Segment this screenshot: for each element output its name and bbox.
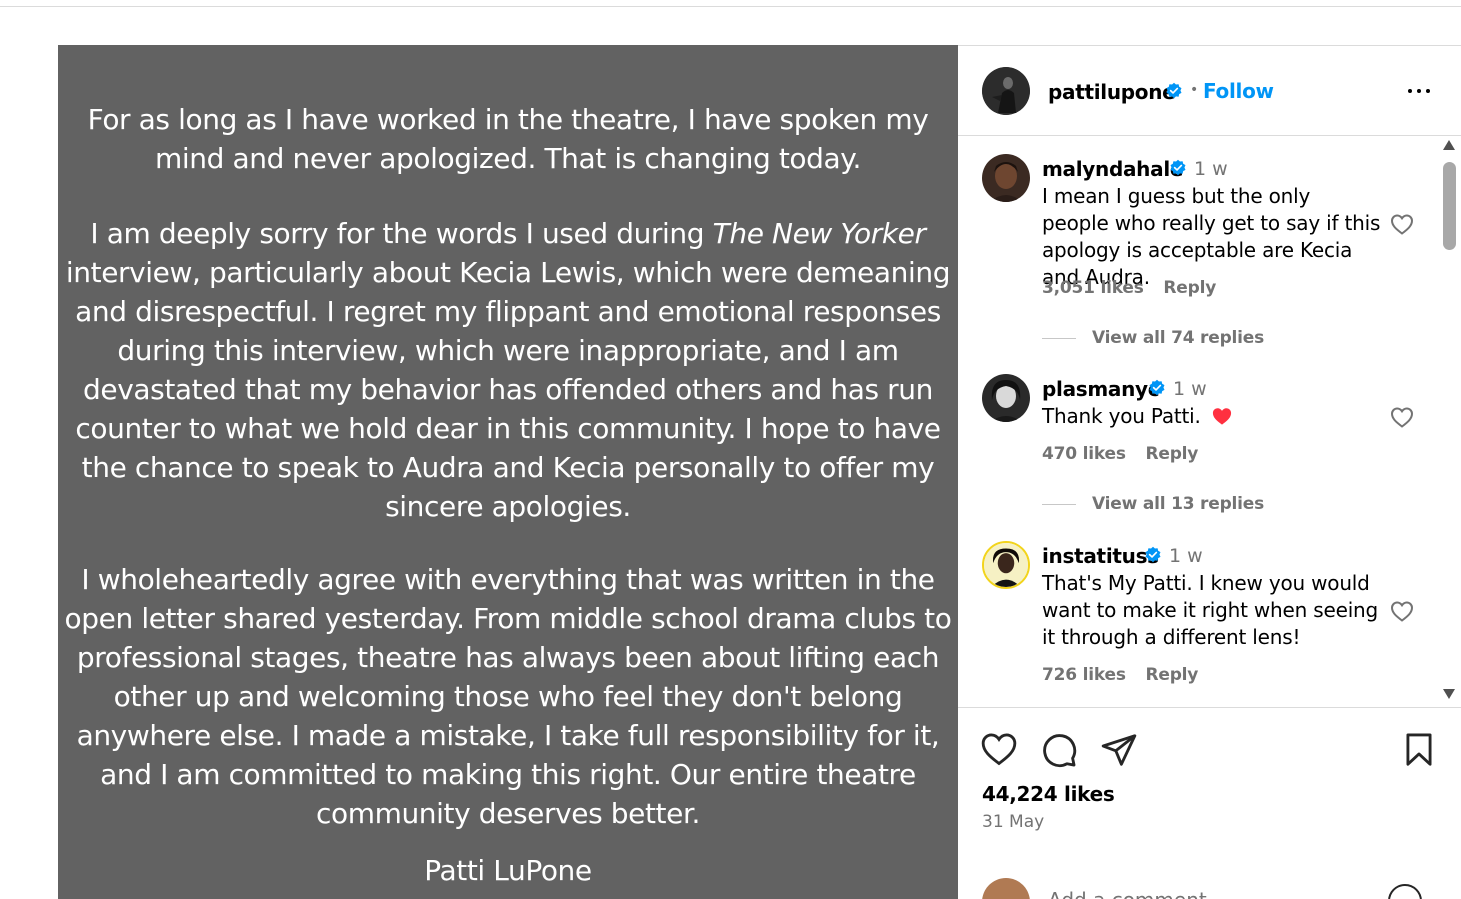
comment-username[interactable]: malyndahale <box>1042 157 1183 181</box>
author-avatar[interactable] <box>982 67 1030 115</box>
reply-button[interactable]: Reply <box>1145 444 1198 464</box>
view-replies-button[interactable]: View all 74 replies <box>1042 328 1264 348</box>
comment-time[interactable]: 1 w <box>1169 545 1203 567</box>
heart-outline-icon[interactable] <box>1390 213 1414 235</box>
verified-badge-icon <box>1148 379 1166 401</box>
browser-top-divider <box>0 6 1461 7</box>
comment-meta: 726 likes Reply <box>1042 665 1212 685</box>
share-icon[interactable] <box>1100 731 1138 769</box>
heart-outline-icon[interactable] <box>1390 600 1414 622</box>
comments-scrollbar[interactable] <box>1442 136 1457 706</box>
bookmark-icon[interactable] <box>1400 731 1438 769</box>
view-replies-button[interactable]: View all 13 replies <box>1042 494 1264 514</box>
post-likes-count[interactable]: 44,224 likes <box>982 782 1115 806</box>
comment-time[interactable]: 1 w <box>1173 378 1207 400</box>
replies-divider <box>1042 503 1076 505</box>
verified-badge-icon <box>1144 546 1162 568</box>
post-actions: 44,224 likes 31 May <box>958 707 1461 899</box>
current-user-avatar <box>982 878 1030 899</box>
commenter-avatar[interactable] <box>982 154 1030 202</box>
comment-meta: 470 likes Reply <box>1042 444 1212 464</box>
comment-likes[interactable]: 3,051 likes <box>1042 278 1144 298</box>
comments-list[interactable]: malyndahale 1 w I mean I guess but the o… <box>958 137 1461 707</box>
comment-username[interactable]: plasmanyc <box>1042 377 1160 401</box>
heart-outline-icon[interactable] <box>980 731 1018 769</box>
heart-outline-icon[interactable] <box>1390 406 1414 428</box>
comment-text: I mean I guess but the only people who r… <box>1042 184 1381 289</box>
post-image: For as long as I have worked in the thea… <box>58 45 958 899</box>
post-side-panel: pattilupone • Follow malyndahale 1 w I m… <box>958 45 1461 899</box>
comment-likes[interactable]: 470 likes <box>1042 444 1126 464</box>
post-paragraph-3: I wholeheartedly agree with everything t… <box>64 563 952 830</box>
reply-button[interactable]: Reply <box>1145 665 1198 685</box>
post-signature: Patti LuPone <box>424 854 592 887</box>
follow-button[interactable]: Follow <box>1203 79 1274 103</box>
emoji-icon[interactable] <box>1388 884 1422 899</box>
post-paragraph-1: For as long as I have worked in the thea… <box>87 103 929 175</box>
header-separator: • <box>1190 82 1199 98</box>
heart-emoji <box>1211 406 1233 433</box>
comment-meta: 3,051 likes Reply <box>1042 278 1230 298</box>
add-comment-row <box>958 878 1461 899</box>
post-header: pattilupone • Follow <box>958 46 1461 136</box>
post-paragraph-2: I am deeply sorry for the words I used d… <box>65 217 951 523</box>
comment-text: That's My Patti. I knew you would want t… <box>1042 571 1379 649</box>
comment-username[interactable]: instatituss <box>1042 544 1159 568</box>
comment-time[interactable]: 1 w <box>1194 158 1228 180</box>
view-replies-label: View all 74 replies <box>1092 328 1265 348</box>
replies-divider <box>1042 337 1076 339</box>
reply-button[interactable]: Reply <box>1163 278 1216 298</box>
more-options-icon[interactable] <box>1406 81 1432 101</box>
verified-badge-icon <box>1169 159 1187 181</box>
comment-text: Thank you Patti. <box>1042 403 1382 433</box>
commenter-avatar[interactable] <box>982 374 1030 422</box>
author-username[interactable]: pattilupone <box>1048 80 1176 104</box>
view-replies-label: View all 13 replies <box>1092 494 1265 514</box>
comment-likes[interactable]: 726 likes <box>1042 665 1126 685</box>
post-date[interactable]: 31 May <box>982 812 1044 832</box>
comment-icon[interactable] <box>1040 731 1078 769</box>
add-comment-input[interactable] <box>1048 888 1348 899</box>
scroll-down-arrow-icon[interactable] <box>1443 689 1455 699</box>
commenter-avatar[interactable] <box>982 541 1030 589</box>
publication-name: The New Yorker <box>712 217 926 250</box>
scroll-up-arrow-icon[interactable] <box>1443 140 1455 150</box>
verified-badge-icon <box>1165 82 1183 104</box>
scrollbar-thumb[interactable] <box>1443 162 1456 250</box>
